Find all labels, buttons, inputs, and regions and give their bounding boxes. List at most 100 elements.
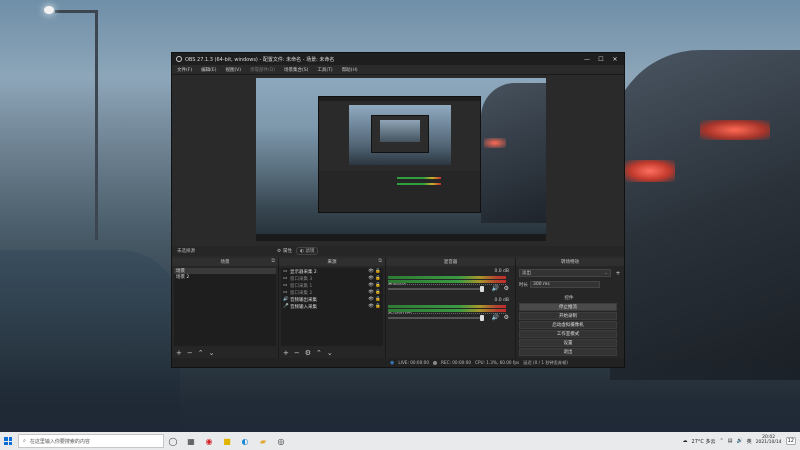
speaker-icon[interactable]: 🔊 (492, 285, 499, 292)
add-icon[interactable]: + (283, 349, 289, 357)
filters-label: 滤镜 (305, 249, 315, 254)
visibility-eye-icon[interactable]: 👁 (368, 304, 374, 309)
maximize-button[interactable]: ☐ (594, 53, 608, 65)
nested-preview-window (371, 115, 429, 153)
menu-docks[interactable]: 停靠部件(D) (250, 67, 275, 73)
visibility-eye-icon[interactable]: 👁 (368, 290, 374, 295)
source-item[interactable]: ▭ 窗口采集 3 👁 🔒 (281, 275, 383, 282)
folder-icon[interactable]: ▰ (254, 432, 272, 450)
gear-icon[interactable]: ⚙ (504, 314, 509, 321)
speaker-icon[interactable]: 🔊 (492, 314, 499, 321)
controls-header: 控件 (516, 294, 622, 302)
source-item[interactable]: 🔊 音频输出采集 👁 🔒 (281, 296, 383, 303)
window-icon: ▭ (283, 283, 288, 288)
lock-icon[interactable]: 🔒 (375, 283, 381, 288)
slider-knob[interactable] (480, 286, 484, 292)
taskbar-clock[interactable]: 20:02 2021/10/14 (756, 436, 782, 445)
scene-item[interactable]: 场景 2 (174, 274, 276, 280)
gear-icon[interactable]: ⚙ (305, 349, 311, 357)
window-icon: ▭ (283, 290, 288, 295)
weather-text[interactable]: 27°C 多云 (692, 438, 716, 445)
dock-options-icon[interactable]: ⧉ (378, 258, 382, 264)
obs-titlebar[interactable]: OBS 27.1.3 (64-bit, windows) - 配置文件: 未命名… (172, 53, 624, 65)
source-item[interactable]: ▭ 窗口采集 2 👁 🔒 (281, 289, 383, 296)
remove-icon[interactable]: − (294, 349, 300, 357)
task-view-icon[interactable]: ◯ (164, 432, 182, 450)
microphone-icon: 🎤 (283, 304, 289, 309)
live-icon: ◉ (390, 359, 395, 366)
scenes-dock-header: 场景 ⧉ (172, 258, 278, 266)
transition-selected: 淡出 (522, 271, 531, 276)
move-down-icon[interactable]: ⌄ (327, 349, 333, 357)
windows-logo-icon (4, 437, 12, 445)
lock-icon[interactable]: 🔒 (375, 269, 381, 274)
wallpaper-tail-light-2 (700, 120, 770, 140)
start-recording-button[interactable]: 开始录制 (519, 312, 617, 320)
start-virtual-camera-button[interactable]: 启动虚拟摄像机 (519, 321, 617, 329)
visibility-eye-icon[interactable]: 👁 (368, 269, 374, 274)
remove-icon[interactable]: − (187, 349, 193, 357)
network-icon[interactable]: ▤ (728, 438, 733, 444)
studio-mode-button[interactable]: 工作室模式 (519, 330, 617, 338)
widgets-icon[interactable]: ▦ (182, 432, 200, 450)
lock-icon[interactable]: 🔒 (375, 304, 381, 309)
move-up-icon[interactable]: ⌃ (316, 349, 322, 357)
lock-icon[interactable]: 🔒 (375, 297, 381, 302)
wallpaper-tail-light (625, 160, 675, 182)
nested-meter (397, 177, 441, 179)
menu-edit[interactable]: 编辑(E) (201, 67, 216, 73)
menu-tools[interactable]: 工具(T) (317, 67, 332, 73)
visibility-eye-icon[interactable]: 👁 (368, 276, 374, 281)
source-item[interactable]: ▭ 窗口采集 1 👁 🔒 (281, 282, 383, 289)
move-down-icon[interactable]: ⌄ (209, 349, 215, 357)
close-button[interactable]: ✕ (608, 53, 622, 65)
duration-input[interactable]: 300 ms (530, 281, 600, 288)
visibility-eye-icon[interactable]: 👁 (368, 297, 374, 302)
menu-view[interactable]: 视图(V) (225, 67, 241, 73)
slider-knob[interactable] (480, 315, 484, 321)
source-item[interactable]: 🎤 音频输入采集 👁 🔒 (281, 303, 383, 310)
app-yellow-icon[interactable]: ■ (218, 432, 236, 450)
cpu-status: CPU: 1.3%, 60.00 fps (475, 360, 520, 365)
street-lamp-pole (95, 10, 98, 240)
wallpaper-car-right (610, 50, 800, 380)
search-placeholder: 在这里输入你要搜索的内容 (29, 438, 90, 445)
visibility-eye-icon[interactable]: 👁 (368, 283, 374, 288)
edge-browser-icon[interactable]: ◐ (236, 432, 254, 450)
volume-slider[interactable] (388, 286, 484, 292)
exit-button[interactable]: 退出 (519, 348, 617, 356)
tray-overflow-icon[interactable]: ⌃ (720, 438, 724, 444)
lock-icon[interactable]: 🔒 (375, 276, 381, 281)
gear-icon[interactable]: ⚙ (504, 285, 509, 292)
transition-select[interactable]: 淡出 ⌄ (519, 269, 611, 277)
properties-button[interactable]: ⚙ 属性 (277, 248, 292, 255)
taskbar-search-box[interactable]: ⌕ 在这里输入你要搜索的内容 (18, 434, 164, 448)
start-button[interactable] (0, 432, 16, 450)
add-transition-icon[interactable]: + (615, 269, 621, 277)
preview-canvas[interactable] (256, 78, 546, 241)
ime-indicator[interactable]: 英 (747, 438, 752, 445)
status-bar: ◉ LIVE: 00:00:00 REC: 00:00:00 CPU: 1.3%… (172, 358, 624, 367)
menu-help[interactable]: 帮助(H) (342, 67, 358, 73)
settings-button[interactable]: 设置 (519, 339, 617, 347)
menu-scene-collection[interactable]: 场景集合(S) (284, 67, 308, 73)
volume-icon[interactable]: 🔊 (736, 438, 742, 444)
scenes-title: 场景 (220, 260, 230, 265)
minimize-button[interactable]: — (580, 53, 594, 65)
netease-music-icon[interactable]: ◉ (200, 432, 218, 450)
add-icon[interactable]: + (176, 349, 182, 357)
source-item[interactable]: ▭ 显示器采集 2 👁 🔒 (281, 268, 383, 275)
lock-icon[interactable]: 🔒 (375, 290, 381, 295)
move-up-icon[interactable]: ⌃ (198, 349, 204, 357)
dock-options-icon[interactable]: ⧉ (271, 258, 275, 264)
notification-badge[interactable]: 12 (785, 437, 796, 445)
sources-dock-header: 来源 ⧉ (279, 258, 385, 266)
menu-file[interactable]: 文件(F) (177, 67, 192, 73)
obs-taskbar-icon[interactable]: ◎ (272, 432, 290, 450)
stop-streaming-button[interactable]: 停止推流 (519, 303, 617, 311)
mixer-dock: 混音器 桌面音频 0.0 dB 🔊 ⚙ 麦克风/Aux 0.0 dB 🔊 ⚙ (386, 258, 516, 358)
filters-button[interactable]: ◐ 滤镜 (296, 247, 319, 255)
weather-icon[interactable]: ☁ (683, 438, 688, 444)
mixer-channel-mic: 麦克风/Aux 0.0 dB 🔊 ⚙ (388, 298, 513, 324)
volume-slider[interactable] (388, 315, 484, 321)
